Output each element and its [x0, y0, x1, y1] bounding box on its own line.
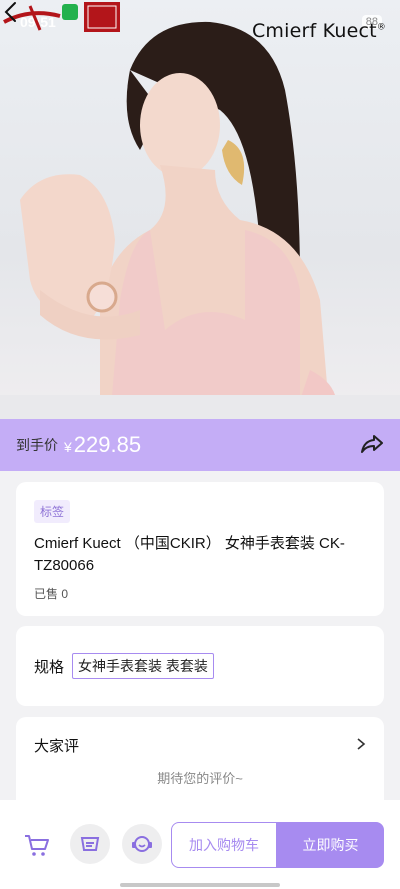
spec-label: 规格 — [34, 658, 65, 676]
cart-icon[interactable] — [24, 833, 50, 857]
spec-option[interactable]: 女神手表套装 表套装 — [72, 653, 214, 679]
review-title: 大家评 — [34, 738, 80, 755]
brand-name: Cmierf Kuect® — [252, 20, 386, 42]
product-title: Cmierf Kuect （中国CKIR） 女神手表套装 CK-TZ80066 — [34, 535, 345, 574]
buy-now-button[interactable]: 立即购买 — [277, 822, 384, 868]
price-currency: ¥ — [64, 439, 72, 455]
chevron-right-icon[interactable] — [356, 737, 366, 751]
price-value: 229.85 — [73, 432, 142, 457]
add-to-cart-button[interactable]: 加入购物车 — [171, 822, 277, 868]
review-card[interactable]: 大家评 期待您的评价~ — [16, 717, 384, 813]
spec-card[interactable]: 规格 女神手表套装 表套装 — [16, 626, 384, 706]
customer-service-button[interactable] — [122, 824, 162, 864]
store-icon — [80, 837, 100, 851]
review-empty-text: 期待您的评价~ — [157, 771, 243, 786]
bottom-action-bar: 加入购物车 立即购买 — [0, 800, 400, 889]
sold-count: 已售 0 — [34, 587, 69, 601]
price-label: 到手价 — [16, 437, 58, 453]
store-button[interactable] — [70, 824, 110, 864]
price-bar: 到手价 ¥ 229.85 — [0, 419, 400, 471]
product-photo — [0, 21, 400, 420]
customer-service-icon — [132, 836, 152, 852]
trademark: ® — [376, 22, 386, 33]
share-icon[interactable] — [360, 433, 384, 455]
product-tag: 标签 — [34, 500, 71, 523]
product-info-card: 标签 Cmierf Kuect （中国CKIR） 女神手表套装 CK-TZ800… — [16, 482, 384, 616]
product-image: 09:51 88 Cmierf Kuect® — [0, 0, 400, 420]
back-icon[interactable] — [0, 0, 22, 24]
home-indicator — [120, 883, 280, 887]
brand-name-text: Cmierf Kuect — [251, 20, 377, 42]
